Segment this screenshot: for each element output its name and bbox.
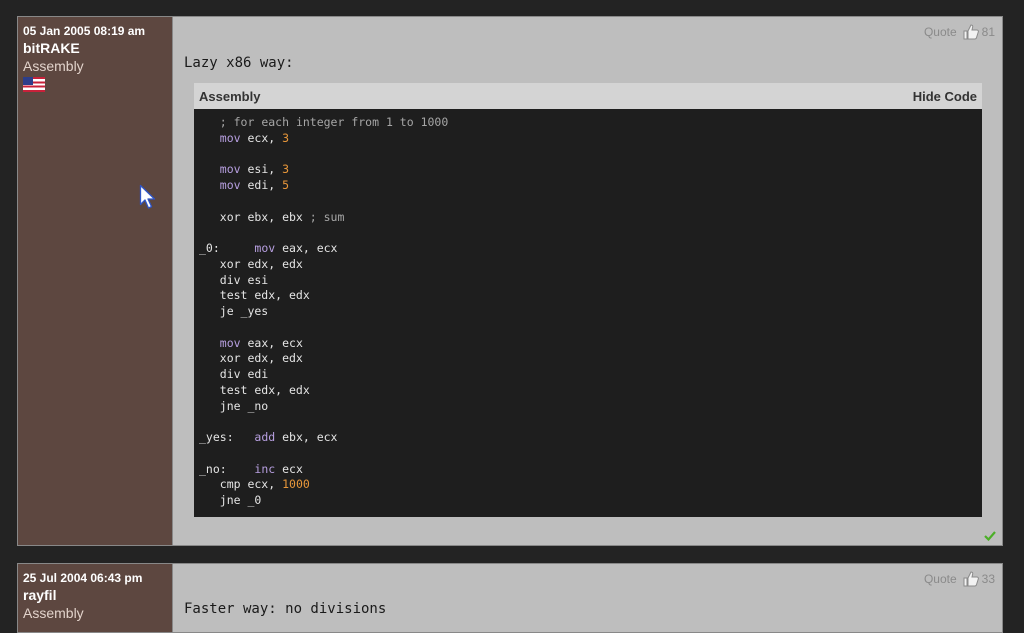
code-token: ; sum [309, 209, 345, 224]
like-count: 33 [981, 572, 995, 586]
code-line: jne _no [199, 399, 982, 415]
code-line: mov eax, ecx [199, 336, 982, 352]
code-line: xor edx, edx [199, 257, 982, 273]
code-token: edi, [240, 178, 283, 192]
post-date: 25 Jul 2004 06:43 pm [23, 571, 143, 585]
code-token: mov [254, 241, 276, 255]
code-line: mov esi, 3 [199, 162, 982, 178]
mouse-cursor [139, 184, 156, 209]
code-token: 5 [282, 178, 290, 192]
code-line: mov edi, 5 [199, 178, 982, 194]
code-token: xor edx, edx [199, 256, 303, 271]
code-line: jne _0 [199, 493, 982, 509]
code-token: je _yes [199, 304, 269, 318]
code-token: jne _no [199, 398, 269, 413]
code-token: cmp ecx, [199, 477, 283, 492]
code-line: ; for each integer from 1 to 1000 [199, 115, 982, 131]
post: 05 Jan 2005 08:19 am bitRAKE Assembly Qu… [17, 16, 1003, 546]
code-line: cmp ecx, 1000 [199, 477, 982, 493]
post-author-sidebar: 05 Jan 2005 08:19 am bitRAKE Assembly [18, 17, 173, 545]
author-forum: Assembly [23, 58, 84, 74]
code-token: _yes: [199, 430, 255, 444]
code-token: test edx, edx [199, 382, 310, 397]
code-line: mov ecx, 3 [199, 131, 982, 147]
post-content: Quote 81 Lazy x86 way: Assembly Hide Cod… [173, 17, 1002, 545]
us-flag-icon [23, 77, 45, 92]
code-token: ecx [275, 461, 303, 476]
code-content: ; for each integer from 1 to 1000 mov ec… [194, 109, 982, 517]
code-block-header: Assembly Hide Code [194, 83, 982, 109]
quote-button[interactable]: Quote [924, 572, 957, 586]
author-name-link[interactable]: bitRAKE [23, 39, 172, 57]
code-block: Assembly Hide Code ; for each integer fr… [194, 83, 982, 517]
code-token: add [254, 430, 276, 444]
code-line: test edx, edx [199, 288, 982, 304]
code-token: ebx, ecx [275, 430, 338, 444]
code-token: mov [219, 130, 241, 145]
code-token: ; for each integer from 1 to 1000 [219, 115, 449, 129]
code-token: inc [254, 461, 276, 476]
code-line: _yes: add ebx, ecx [199, 430, 982, 446]
post-actions: Quote 33 [924, 571, 995, 587]
code-token: 3 [282, 162, 290, 177]
post-message: Lazy x86 way: [184, 55, 294, 71]
code-token: xor ebx, ebx [199, 209, 310, 224]
author-forum: Assembly [23, 605, 84, 621]
author-name-link[interactable]: rayfil [23, 586, 172, 604]
post-date: 05 Jan 2005 08:19 am [23, 24, 146, 38]
post-message: Faster way: no divisions [184, 601, 387, 617]
code-token: eax, ecx [240, 335, 303, 350]
code-line: _no: inc ecx [199, 462, 982, 478]
code-line: _0: mov eax, ecx [199, 241, 982, 257]
code-token: div esi [199, 272, 269, 287]
code-token: eax, ecx [275, 241, 338, 255]
code-token: ecx, [240, 130, 283, 145]
code-line: xor edx, edx [199, 351, 982, 367]
post: 25 Jul 2004 06:43 pm rayfil Assembly Quo… [17, 563, 1003, 633]
code-token: mov [219, 178, 241, 192]
code-language-label: Assembly [199, 88, 261, 104]
quote-button[interactable]: Quote [924, 25, 957, 39]
post-actions: Quote 81 [924, 24, 995, 40]
thumbs-up-icon[interactable] [963, 24, 979, 40]
code-line: test edx, edx [199, 383, 982, 399]
code-token: 1000 [282, 477, 310, 492]
post-content: Quote 33 Faster way: no divisions [173, 564, 1002, 632]
code-token: test edx, edx [199, 288, 310, 303]
code-token: mov [219, 335, 241, 350]
code-token: esi, [240, 162, 283, 177]
code-token: div edi [199, 367, 269, 381]
code-token: _0: [199, 241, 255, 255]
code-line: je _yes [199, 304, 982, 320]
post-author-sidebar: 25 Jul 2004 06:43 pm rayfil Assembly [18, 564, 173, 632]
code-token: _no: [199, 461, 255, 476]
check-icon [984, 531, 996, 541]
code-token: xor edx, edx [199, 351, 303, 366]
code-line: div edi [199, 367, 982, 383]
hide-code-button[interactable]: Hide Code [913, 89, 977, 104]
code-line: div esi [199, 273, 982, 289]
like-count: 81 [981, 25, 995, 39]
code-token: mov [219, 162, 241, 177]
code-token: jne _0 [199, 493, 262, 507]
thumbs-up-icon[interactable] [963, 571, 979, 587]
code-token: 3 [282, 130, 290, 145]
code-line: xor ebx, ebx ; sum [199, 210, 982, 226]
